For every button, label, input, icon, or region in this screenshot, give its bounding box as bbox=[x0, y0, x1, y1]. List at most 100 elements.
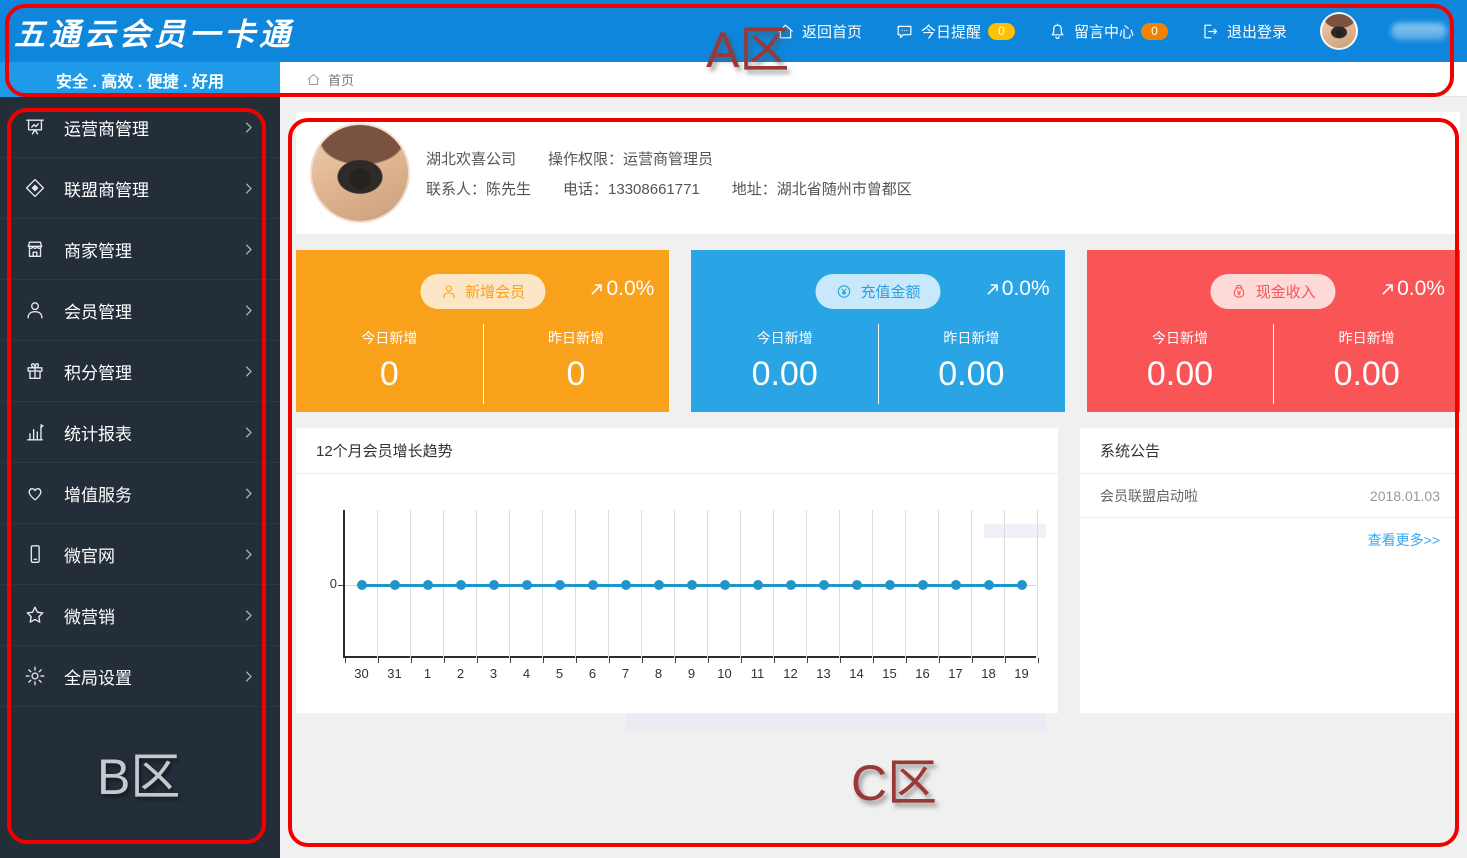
x-axis-tick-label: 30 bbox=[345, 666, 378, 681]
sidebar: 运营商管理联盟商管理商家管理会员管理积分管理统计报表增值服务微官网微营销全局设置 bbox=[0, 97, 280, 858]
x-axis-tick bbox=[708, 658, 709, 663]
x-axis-tick bbox=[378, 658, 379, 663]
x-axis-tick bbox=[510, 658, 511, 663]
home-icon bbox=[776, 22, 795, 41]
x-axis-tick bbox=[609, 658, 610, 663]
announcement-row[interactable]: 会员联盟启动啦2018.01.03 bbox=[1080, 474, 1460, 518]
stat-today-label: 今日新增 bbox=[691, 328, 878, 348]
sidebar-item-alliance-management[interactable]: 联盟商管理 bbox=[0, 158, 280, 219]
stat-today-value: 0 bbox=[296, 355, 483, 394]
announcement-text: 会员联盟启动啦 bbox=[1100, 486, 1198, 506]
chart-data-point bbox=[555, 580, 565, 590]
x-axis-tick-label: 31 bbox=[378, 666, 411, 681]
announcements-title: 系统公告 bbox=[1080, 428, 1460, 474]
x-axis-tick bbox=[411, 658, 412, 663]
user-avatar[interactable] bbox=[1320, 12, 1358, 50]
x-axis-tick bbox=[642, 658, 643, 663]
breadcrumb-home[interactable]: 首页 bbox=[328, 70, 354, 89]
stat-pill-label: 充值金额 bbox=[860, 281, 920, 302]
nav-message-center[interactable]: 留言中心0 bbox=[1048, 21, 1168, 42]
chevron-right-icon bbox=[241, 547, 256, 562]
chart-data-point bbox=[951, 580, 961, 590]
chart-data-point bbox=[1017, 580, 1027, 590]
x-axis-tick bbox=[576, 658, 577, 663]
stat-cards-row: 新增会员0.0%今日新增0昨日新增0充值金额0.0%今日新增0.00昨日新增0.… bbox=[296, 250, 1460, 412]
chart-data-point bbox=[489, 580, 499, 590]
trend-up-icon bbox=[985, 281, 1001, 297]
stat-pill-label: 现金收入 bbox=[1256, 281, 1316, 302]
x-axis-tick-label: 1 bbox=[411, 666, 444, 681]
stat-card-new-members: 新增会员0.0%今日新增0昨日新增0 bbox=[296, 250, 669, 412]
chevron-right-icon bbox=[241, 364, 256, 379]
star-icon bbox=[24, 604, 46, 626]
chart-data-point bbox=[588, 580, 598, 590]
board-icon bbox=[24, 116, 46, 138]
sidebar-item-micro-site[interactable]: 微官网 bbox=[0, 524, 280, 585]
x-axis-tick bbox=[1005, 658, 1006, 663]
shop-icon bbox=[24, 238, 46, 260]
trend-up-icon bbox=[589, 281, 605, 297]
phone-icon bbox=[24, 543, 46, 565]
nav-today-reminder[interactable]: 今日提醒0 bbox=[895, 21, 1015, 42]
announcements-list: 会员联盟启动啦2018.01.03 bbox=[1080, 474, 1460, 518]
chevron-right-icon bbox=[241, 181, 256, 196]
chart-data-point bbox=[357, 580, 367, 590]
chart-body: 0303112345678910111213141516171819 bbox=[296, 474, 1058, 712]
company-name: 湖北欢喜公司 bbox=[426, 148, 516, 169]
stat-trend: 0.0% bbox=[985, 277, 1050, 301]
sidebar-item-points-management[interactable]: 积分管理 bbox=[0, 341, 280, 402]
chevron-right-icon bbox=[241, 120, 256, 135]
chevron-right-icon bbox=[241, 608, 256, 623]
x-axis-tick bbox=[972, 658, 973, 663]
chart-ghost-artifact bbox=[626, 714, 1046, 732]
x-axis-tick bbox=[939, 658, 940, 663]
sidebar-item-operator-management[interactable]: 运营商管理 bbox=[0, 97, 280, 158]
chevron-right-icon bbox=[241, 486, 256, 501]
stat-today-label: 今日新增 bbox=[296, 328, 483, 348]
sidebar-item-micro-marketing[interactable]: 微营销 bbox=[0, 585, 280, 646]
stat-pill-label: 新增会员 bbox=[465, 281, 525, 302]
stat-pill-new-members: 新增会员 bbox=[420, 274, 545, 309]
nav-label: 退出登录 bbox=[1227, 21, 1287, 42]
sidebar-item-label: 运营商管理 bbox=[64, 115, 149, 140]
stat-yesterday: 昨日新增0 bbox=[483, 328, 670, 394]
x-axis-tick-label: 14 bbox=[840, 666, 873, 681]
stat-card-recharge-amount: 充值金额0.0%今日新增0.00昨日新增0.00 bbox=[691, 250, 1064, 412]
chart-data-point bbox=[786, 580, 796, 590]
x-axis-tick bbox=[444, 658, 445, 663]
stat-trend-value: 0.0% bbox=[1397, 277, 1445, 301]
sidebar-item-member-management[interactable]: 会员管理 bbox=[0, 280, 280, 341]
chart-plot: 0303112345678910111213141516171819 bbox=[343, 510, 1036, 658]
sidebar-item-statistics-report[interactable]: 统计报表 bbox=[0, 402, 280, 463]
chart-data-point bbox=[852, 580, 862, 590]
x-axis-tick bbox=[675, 658, 676, 663]
sidebar-item-label: 积分管理 bbox=[64, 359, 132, 384]
nav-back-home[interactable]: 返回首页 bbox=[776, 21, 862, 42]
nav-logout[interactable]: 退出登录 bbox=[1201, 21, 1287, 42]
yen-circle-icon bbox=[835, 283, 852, 300]
x-axis-tick bbox=[345, 658, 346, 663]
view-more-link[interactable]: 查看更多>> bbox=[1080, 518, 1460, 550]
x-axis-tick bbox=[774, 658, 775, 663]
chart-data-point bbox=[984, 580, 994, 590]
stat-today: 今日新增0.00 bbox=[1087, 328, 1274, 394]
permission-text: 操作权限：运营商管理员 bbox=[548, 148, 713, 169]
x-axis-tick-label: 6 bbox=[576, 666, 609, 681]
header-nav-items: 返回首页 今日提醒0 留言中心0 退出登录 bbox=[776, 21, 1287, 42]
breadcrumb: 首页 bbox=[280, 62, 1467, 97]
x-axis-tick-label: 16 bbox=[906, 666, 939, 681]
sidebar-item-label: 会员管理 bbox=[64, 298, 132, 323]
x-axis-tick-label: 9 bbox=[675, 666, 708, 681]
x-axis-tick-label: 17 bbox=[939, 666, 972, 681]
heart-icon bbox=[24, 482, 46, 504]
sidebar-item-merchant-management[interactable]: 商家管理 bbox=[0, 219, 280, 280]
chevron-right-icon bbox=[241, 425, 256, 440]
announcements-card: 系统公告 会员联盟启动啦2018.01.03 查看更多>> bbox=[1080, 428, 1460, 713]
chart-data-point bbox=[687, 580, 697, 590]
chart-data-point bbox=[390, 580, 400, 590]
sidebar-item-global-settings[interactable]: 全局设置 bbox=[0, 646, 280, 707]
x-axis-tick bbox=[741, 658, 742, 663]
x-axis-tick-label: 15 bbox=[873, 666, 906, 681]
sidebar-item-value-added-service[interactable]: 增值服务 bbox=[0, 463, 280, 524]
contact-text: 联系人：陈先生 bbox=[426, 178, 531, 199]
